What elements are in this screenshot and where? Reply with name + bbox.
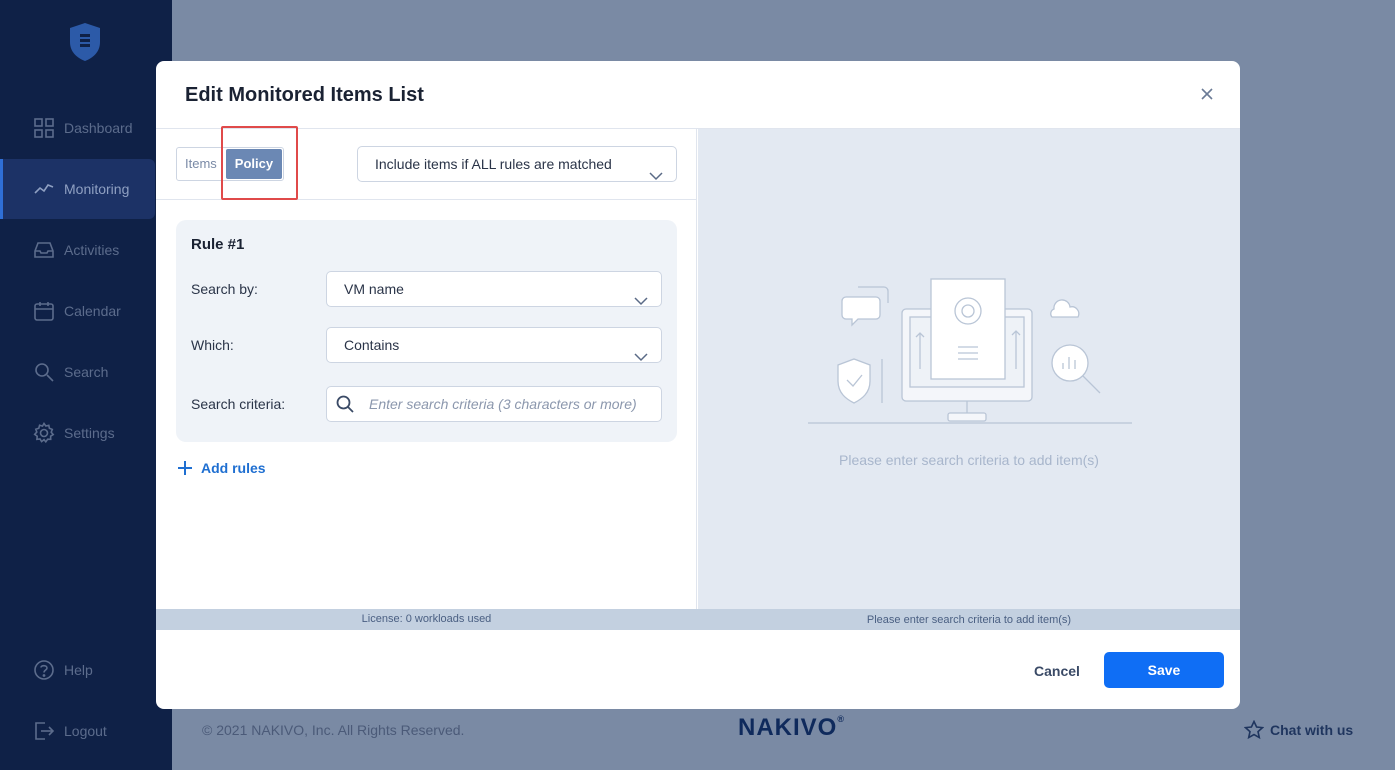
inbox-icon [33,239,55,261]
grid-icon [33,117,55,139]
dialog-header: Edit Monitored Items List [156,61,1240,129]
search-by-label: Search by: [191,281,258,297]
rule-card: Rule #1 Search by: VM name Which: Contai… [176,220,677,442]
sidebar-item-label: Logout [64,723,107,739]
chevron-down-icon [634,284,648,306]
sidebar-item-label: Activities [64,242,120,258]
close-button[interactable] [1200,87,1214,101]
sidebar-item-label: Search [64,364,109,380]
calendar-icon [33,300,55,322]
highlight-box [221,126,298,200]
edit-monitored-items-dialog: Edit Monitored Items List Items Policy I… [156,61,1240,709]
items-status: Please enter search criteria to add item… [866,614,1072,626]
sidebar-item-monitoring[interactable]: Monitoring [0,159,155,219]
sidebar-item-label: Dashboard [64,120,133,136]
chevron-down-icon [634,340,648,362]
search-icon [336,395,354,413]
which-dropdown[interactable]: Contains [326,327,662,363]
logout-icon [33,720,55,742]
star-icon [1244,720,1264,740]
sidebar-item-calendar[interactable]: Calendar [0,281,155,341]
plus-icon [178,461,192,475]
dialog-title: Edit Monitored Items List [185,84,424,106]
gear-icon [33,422,55,444]
status-bar: License: 0 workloads used Please enter s… [156,609,1240,630]
search-criteria-input[interactable] [369,396,639,412]
sidebar: Dashboard Monitoring Activities Calendar… [0,0,172,770]
search-by-dropdown[interactable]: VM name [326,271,662,307]
tab-items[interactable]: Items [177,148,225,180]
tab-row: Items Policy Include items if ALL rules … [156,126,696,200]
help-icon [33,659,55,681]
sidebar-item-activities[interactable]: Activities [0,220,155,280]
sidebar-item-label: Calendar [64,303,121,319]
sidebar-item-help[interactable]: Help [0,640,155,700]
close-icon [1201,88,1213,100]
chart-line-icon [33,178,55,200]
copyright-text: © 2021 NAKIVO, Inc. All Rights Reserved. [202,722,465,738]
sidebar-item-label: Help [64,662,93,678]
chat-with-us-link[interactable]: Chat with us [1244,720,1353,740]
sidebar-item-label: Monitoring [64,181,130,197]
nakivo-brand-logo: NAKIVO® [738,714,845,741]
nakivo-shield-logo [68,22,102,62]
policy-pane: Items Policy Include items if ALL rules … [156,126,697,609]
items-preview-pane: Please enter search criteria to add item… [698,129,1240,609]
add-rules-button[interactable]: Add rules [177,460,266,476]
cancel-button[interactable]: Cancel [1022,653,1092,689]
sidebar-item-dashboard[interactable]: Dashboard [0,98,155,158]
rule-match-dropdown[interactable]: Include items if ALL rules are matched [357,146,677,182]
search-criteria-field [326,386,662,422]
empty-state-illustration [808,278,1132,424]
empty-state-message: Please enter search criteria to add item… [839,452,1099,468]
save-button[interactable]: Save [1104,652,1224,688]
rule-title: Rule #1 [191,236,245,253]
sidebar-item-label: Settings [64,425,115,441]
sidebar-item-settings[interactable]: Settings [0,403,155,463]
license-status: License: 0 workloads used [361,613,492,625]
sidebar-item-search[interactable]: Search [0,342,155,402]
search-criteria-label: Search criteria: [191,396,286,412]
search-icon [33,361,55,383]
sidebar-item-logout[interactable]: Logout [0,701,155,761]
chevron-down-icon [649,159,663,181]
which-label: Which: [191,337,234,353]
